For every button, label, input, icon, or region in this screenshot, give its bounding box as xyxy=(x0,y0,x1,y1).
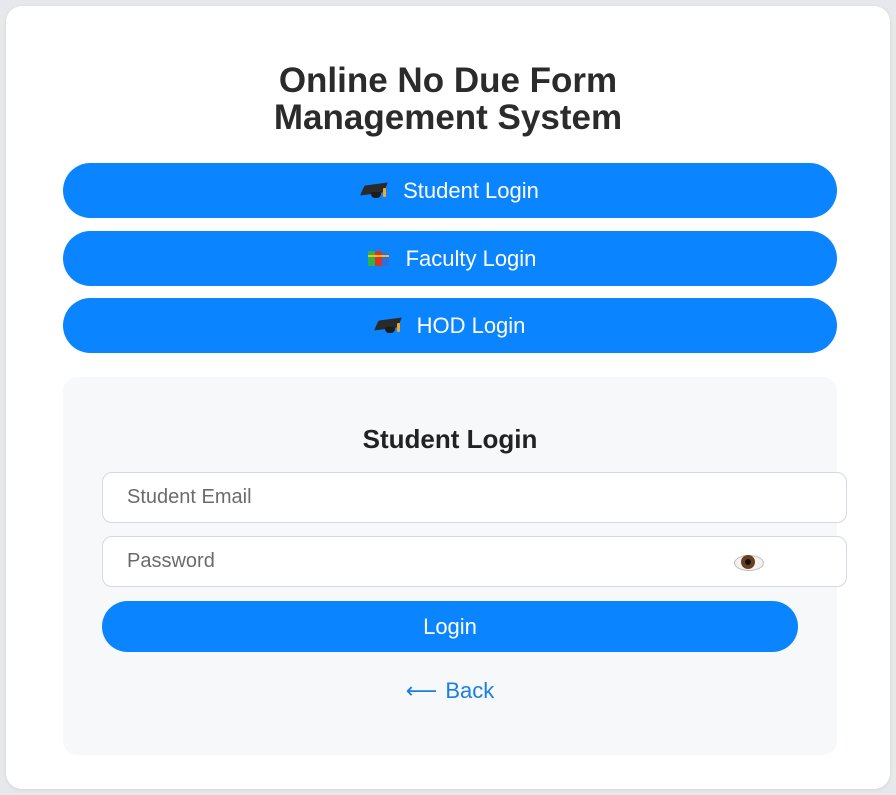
graduation-cap-icon xyxy=(360,180,391,202)
hod-login-button[interactable]: HOD Login xyxy=(63,298,837,353)
title-line-2: Management System xyxy=(273,98,623,137)
login-button[interactable]: Login xyxy=(102,601,798,652)
graduation-cap-icon xyxy=(373,315,405,337)
password-field-container xyxy=(102,536,847,587)
email-field[interactable] xyxy=(103,473,846,522)
faculty-login-label: Faculty Login xyxy=(405,245,537,271)
login-form-title: Student Login xyxy=(362,424,538,454)
page-title: Online No Due Form Management System xyxy=(0,62,896,136)
title-line-1: Online No Due Form xyxy=(278,61,618,100)
books-icon xyxy=(364,248,394,270)
student-login-button[interactable]: Student Login xyxy=(63,163,837,218)
email-field-container xyxy=(102,472,847,523)
back-link[interactable]: ⟵ Back xyxy=(63,678,837,704)
student-login-label: Student Login xyxy=(403,177,539,203)
back-arrow-icon: ⟵ xyxy=(405,678,438,703)
eye-icon[interactable] xyxy=(732,551,764,573)
back-label: Back xyxy=(445,678,495,703)
faculty-login-button[interactable]: Faculty Login xyxy=(63,231,837,286)
hod-login-label: HOD Login xyxy=(416,312,526,338)
